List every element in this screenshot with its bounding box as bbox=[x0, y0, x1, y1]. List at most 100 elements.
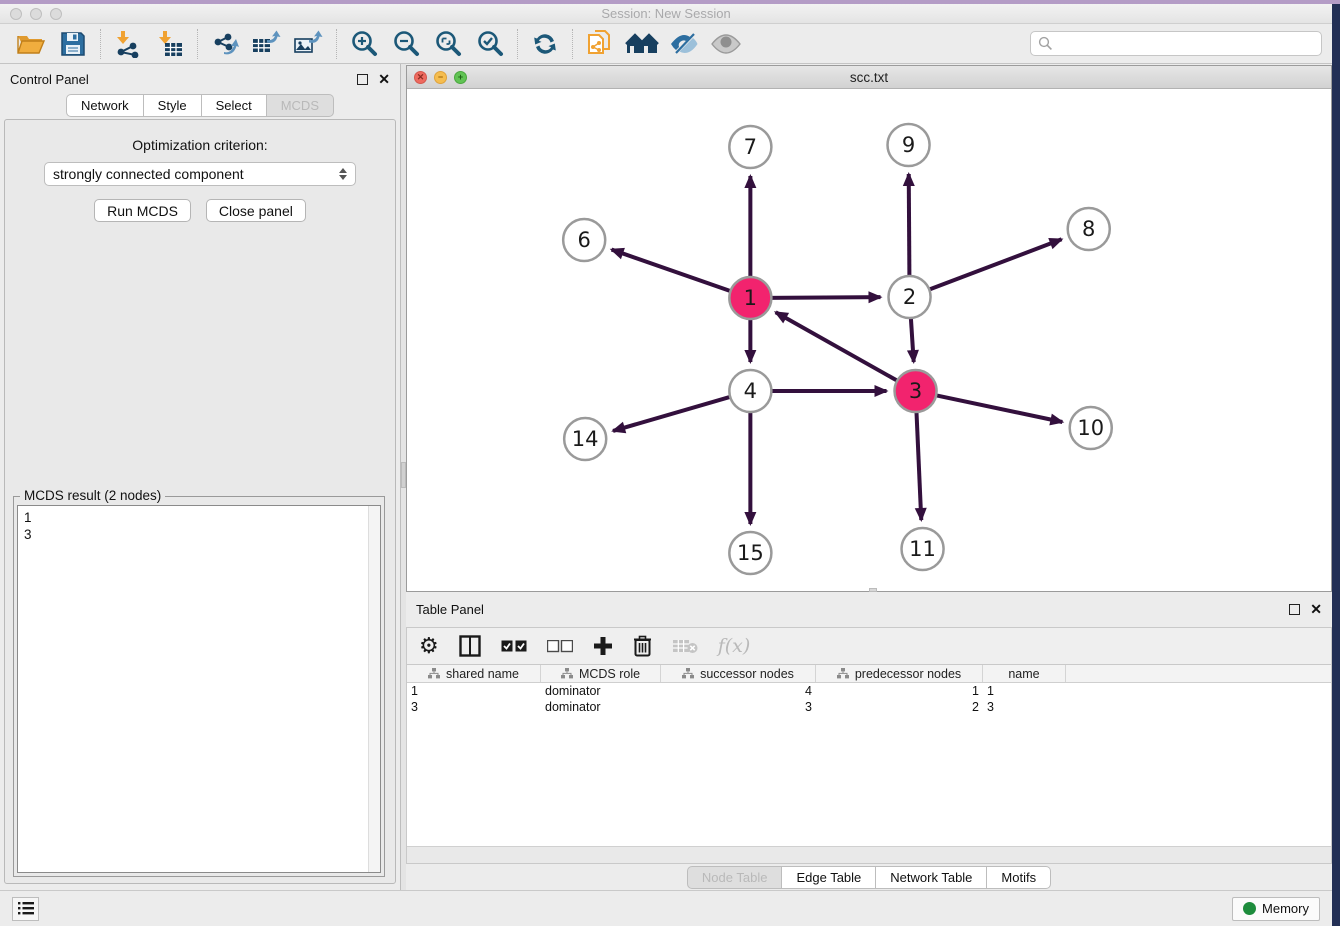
float-window-icon[interactable] bbox=[357, 74, 368, 85]
refresh-layout-icon[interactable] bbox=[524, 27, 566, 61]
tab-network-table[interactable]: Network Table bbox=[876, 866, 987, 889]
network-resize-handle[interactable] bbox=[869, 588, 877, 592]
zoom-in-icon[interactable] bbox=[343, 27, 385, 61]
graph-edge-3-1[interactable] bbox=[776, 312, 899, 381]
optimization-criterion-label: Optimization criterion: bbox=[132, 137, 267, 153]
graph-edge-3-11[interactable] bbox=[916, 410, 921, 520]
graph-node-label: 8 bbox=[1082, 216, 1095, 241]
first-neighbors-icon[interactable] bbox=[579, 27, 621, 61]
graph-node-label: 11 bbox=[909, 536, 936, 561]
column-header-successor-nodes[interactable]: successor nodes bbox=[661, 665, 816, 682]
graph-edge-3-10[interactable] bbox=[934, 395, 1062, 422]
table-cell[interactable]: 3 bbox=[983, 700, 1066, 714]
close-panel-button[interactable]: Close panel bbox=[206, 199, 306, 222]
export-image-icon[interactable] bbox=[288, 27, 330, 61]
memory-button[interactable]: Memory bbox=[1232, 897, 1320, 921]
column-header-predecessor-nodes[interactable]: predecessor nodes bbox=[816, 665, 983, 682]
graph-node-label: 14 bbox=[572, 426, 599, 451]
main-toolbar bbox=[0, 24, 1332, 64]
table-cell[interactable]: 1 bbox=[816, 684, 983, 698]
search-input[interactable] bbox=[1030, 31, 1322, 56]
hierarchy-icon bbox=[837, 668, 849, 679]
zoom-out-icon[interactable] bbox=[385, 27, 427, 61]
table-row[interactable]: 3dominator323 bbox=[407, 699, 1331, 715]
table-cell[interactable]: 1 bbox=[983, 684, 1066, 698]
export-network-icon[interactable] bbox=[204, 27, 246, 61]
zoom-selected-icon[interactable] bbox=[469, 27, 511, 61]
select-all-checkboxes-icon[interactable] bbox=[501, 640, 527, 653]
save-session-icon[interactable] bbox=[52, 27, 94, 61]
deselect-all-checkboxes-icon[interactable] bbox=[547, 640, 573, 653]
task-history-button[interactable] bbox=[12, 897, 39, 921]
table-cell[interactable]: 3 bbox=[407, 700, 541, 714]
graph-edge-1-2[interactable] bbox=[769, 297, 880, 298]
result-scrollbar[interactable] bbox=[368, 506, 380, 872]
import-network-icon[interactable] bbox=[107, 27, 149, 61]
tab-mcds[interactable]: MCDS bbox=[267, 94, 334, 117]
graph-edge-1-6[interactable] bbox=[612, 250, 733, 292]
toolbar-separator bbox=[197, 29, 198, 59]
mcds-result-box: MCDS result (2 nodes) 1 3 bbox=[13, 496, 385, 877]
column-header-shared-name[interactable]: shared name bbox=[407, 665, 541, 682]
table-cell[interactable]: 4 bbox=[661, 684, 816, 698]
graph-edge-2-8[interactable] bbox=[927, 239, 1061, 290]
network-graph-canvas[interactable]: 7968124314101511 bbox=[407, 89, 1331, 591]
table-close-panel-icon[interactable]: ✕ bbox=[1310, 604, 1322, 615]
mcds-panel-content: Optimization criterion: strongly connect… bbox=[4, 119, 396, 884]
delete-table-icon[interactable] bbox=[672, 638, 698, 654]
control-panel-tabs: Network Style Select MCDS bbox=[0, 94, 400, 117]
graph-edge-4-14[interactable] bbox=[613, 396, 732, 431]
table-toolbar: ⚙ bbox=[406, 627, 1332, 665]
table-row[interactable]: 1dominator411 bbox=[407, 683, 1331, 699]
graph-node-label: 4 bbox=[744, 378, 757, 403]
memory-label: Memory bbox=[1262, 901, 1309, 916]
hierarchy-icon bbox=[428, 668, 440, 679]
add-column-icon[interactable] bbox=[593, 636, 613, 656]
tab-edge-table[interactable]: Edge Table bbox=[782, 866, 876, 889]
apply-function-icon[interactable]: f(x) bbox=[718, 635, 751, 657]
export-table-icon[interactable] bbox=[246, 27, 288, 61]
optimization-criterion-value: strongly connected component bbox=[53, 166, 244, 182]
search-field[interactable] bbox=[1059, 36, 1314, 51]
table-horizontal-scrollbar[interactable] bbox=[407, 846, 1331, 863]
tab-style[interactable]: Style bbox=[144, 94, 202, 117]
tab-motifs[interactable]: Motifs bbox=[987, 866, 1051, 889]
table-float-window-icon[interactable] bbox=[1289, 604, 1300, 615]
graph-node-label: 3 bbox=[909, 378, 922, 403]
table-cell[interactable]: dominator bbox=[541, 700, 661, 714]
app-window: Session: New Session bbox=[0, 4, 1332, 926]
mcds-result-text: 1 3 bbox=[18, 506, 368, 872]
tab-node-table[interactable]: Node Table bbox=[687, 866, 783, 889]
table-cell[interactable]: 1 bbox=[407, 684, 541, 698]
graph-node-label: 1 bbox=[744, 285, 757, 310]
import-table-icon[interactable] bbox=[149, 27, 191, 61]
graph-node-label: 7 bbox=[744, 134, 757, 159]
zoom-fit-icon[interactable] bbox=[427, 27, 469, 61]
show-graphics-icon[interactable] bbox=[705, 27, 747, 61]
network-window-titlebar[interactable]: ✕ − + scc.txt bbox=[407, 66, 1331, 89]
column-header-mcds-role[interactable]: MCDS role bbox=[541, 665, 661, 682]
table-cell[interactable]: 2 bbox=[816, 700, 983, 714]
graph-edge-2-9[interactable] bbox=[909, 174, 910, 278]
run-mcds-button[interactable]: Run MCDS bbox=[94, 199, 191, 222]
show-all-networks-icon[interactable] bbox=[621, 27, 663, 61]
tab-select[interactable]: Select bbox=[202, 94, 267, 117]
table-settings-icon[interactable]: ⚙ bbox=[419, 633, 439, 659]
optimization-criterion-select[interactable]: strongly connected component bbox=[44, 162, 356, 186]
column-header-name[interactable]: name bbox=[983, 665, 1066, 682]
list-icon bbox=[18, 902, 34, 915]
table-tabs: Node Table Edge Table Network Table Moti… bbox=[406, 864, 1332, 890]
table-cell[interactable]: dominator bbox=[541, 684, 661, 698]
column-layout-icon[interactable] bbox=[459, 635, 481, 657]
delete-column-icon[interactable] bbox=[633, 635, 652, 657]
toolbar-separator bbox=[100, 29, 101, 59]
open-session-icon[interactable] bbox=[10, 27, 52, 61]
graph-node-label: 9 bbox=[902, 132, 915, 157]
hide-selected-icon[interactable] bbox=[663, 27, 705, 61]
control-panel-header: Control Panel ✕ bbox=[0, 64, 400, 94]
graph-node-label: 10 bbox=[1077, 415, 1104, 440]
graph-edge-2-3[interactable] bbox=[911, 316, 914, 362]
tab-network[interactable]: Network bbox=[66, 94, 144, 117]
close-panel-icon[interactable]: ✕ bbox=[378, 74, 390, 85]
table-cell[interactable]: 3 bbox=[661, 700, 816, 714]
